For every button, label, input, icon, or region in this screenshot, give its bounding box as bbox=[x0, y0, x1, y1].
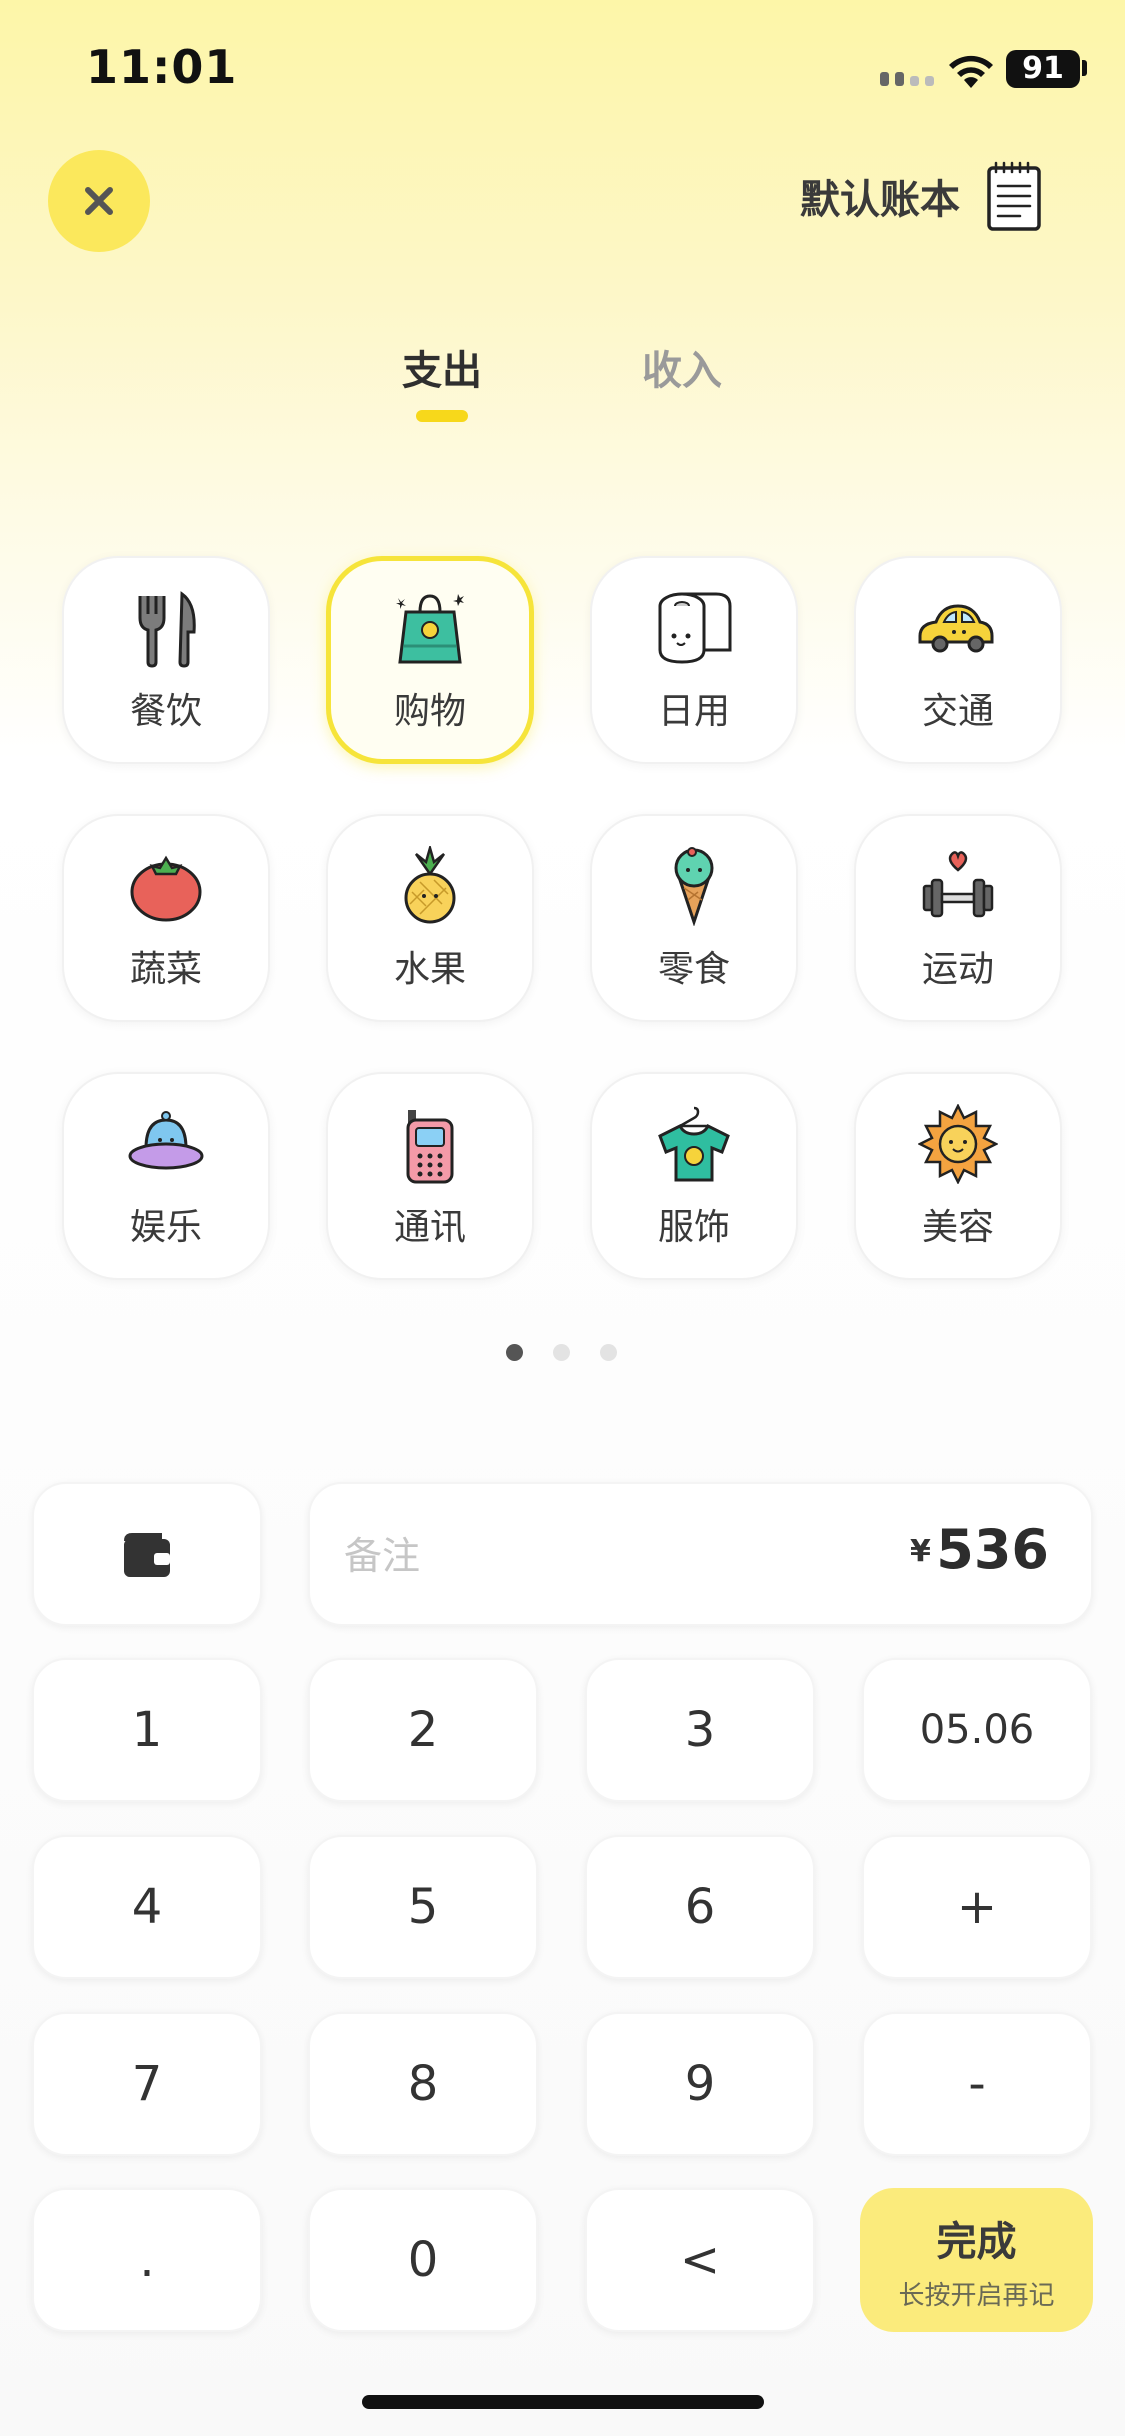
car-icon bbox=[918, 604, 994, 653]
done-hint: 长按开启再记 bbox=[898, 2280, 1055, 2311]
page-indicator bbox=[506, 1344, 617, 1361]
key-6[interactable]: 6 bbox=[585, 1835, 815, 1979]
pineapple-icon bbox=[404, 846, 456, 924]
note-amount-field: ¥ 536 bbox=[308, 1482, 1093, 1626]
category-label: 服饰 bbox=[657, 1207, 730, 1248]
category-entertainment[interactable]: 娱乐 bbox=[62, 1072, 270, 1280]
status-bar: 11:01 91 bbox=[0, 0, 1125, 140]
category-fruit[interactable]: 水果 bbox=[326, 814, 534, 1022]
category-transport[interactable]: 交通 bbox=[854, 556, 1062, 764]
amount-display: 536 bbox=[936, 1518, 1049, 1581]
key-3[interactable]: 3 bbox=[585, 1658, 815, 1802]
tomato-icon bbox=[130, 855, 202, 922]
key-8[interactable]: 8 bbox=[308, 2012, 538, 2156]
cellular-signal-icon bbox=[880, 72, 934, 86]
key-minus[interactable]: - bbox=[862, 2012, 1092, 2156]
battery-icon: 91 bbox=[1006, 50, 1080, 88]
category-label: 购物 bbox=[393, 691, 466, 732]
page-dot-3[interactable] bbox=[600, 1344, 617, 1361]
category-label: 通讯 bbox=[393, 1207, 466, 1248]
category-beauty[interactable]: 美容 bbox=[854, 1072, 1062, 1280]
category-label: 水果 bbox=[393, 949, 466, 990]
account-button[interactable] bbox=[32, 1482, 262, 1626]
category-label: 美容 bbox=[921, 1207, 994, 1248]
key-2[interactable]: 2 bbox=[308, 1658, 538, 1802]
ledger-selector[interactable]: 默认账本 bbox=[800, 160, 1042, 232]
dumbbell-icon bbox=[922, 851, 994, 918]
home-indicator bbox=[362, 2395, 764, 2409]
key-plus[interactable]: + bbox=[862, 1835, 1092, 1979]
category-daily[interactable]: 日用 bbox=[590, 556, 798, 764]
tab-expense[interactable]: 支出 bbox=[362, 338, 522, 396]
tab-income[interactable]: 收入 bbox=[602, 338, 762, 396]
category-label: 餐饮 bbox=[129, 691, 202, 732]
note-input[interactable] bbox=[344, 1528, 764, 1584]
category-communication[interactable]: 通讯 bbox=[326, 1072, 534, 1280]
key-decimal[interactable]: . bbox=[32, 2188, 262, 2332]
type-tabs: 支出 收入 bbox=[0, 338, 1125, 428]
toilet-paper-icon bbox=[658, 592, 732, 664]
key-5[interactable]: 5 bbox=[308, 1835, 538, 1979]
wallet-icon bbox=[124, 1533, 170, 1577]
page-dot-1[interactable] bbox=[506, 1344, 523, 1361]
category-vegetables[interactable]: 蔬菜 bbox=[62, 814, 270, 1022]
done-button[interactable]: 完成 长按开启再记 bbox=[860, 2188, 1093, 2332]
close-button[interactable] bbox=[48, 150, 150, 252]
category-label: 运动 bbox=[921, 949, 994, 990]
ice-cream-icon bbox=[674, 847, 714, 926]
sun-icon bbox=[918, 1104, 998, 1184]
category-sports[interactable]: 运动 bbox=[854, 814, 1062, 1022]
category-label: 交通 bbox=[921, 691, 994, 732]
category-dining[interactable]: 餐饮 bbox=[62, 556, 270, 764]
wifi-icon bbox=[949, 55, 993, 88]
currency-symbol: ¥ bbox=[910, 1534, 931, 1569]
t-shirt-icon bbox=[658, 1106, 730, 1182]
active-tab-indicator bbox=[416, 410, 468, 422]
category-clothing[interactable]: 服饰 bbox=[590, 1072, 798, 1280]
status-time: 11:01 bbox=[86, 40, 238, 94]
backspace-key[interactable]: < bbox=[585, 2188, 815, 2332]
notebook-icon bbox=[987, 161, 1041, 231]
ledger-name: 默认账本 bbox=[800, 177, 960, 223]
category-label: 蔬菜 bbox=[129, 949, 202, 990]
page-dot-2[interactable] bbox=[553, 1344, 570, 1361]
category-label: 日用 bbox=[657, 691, 730, 732]
phone-icon bbox=[406, 1110, 454, 1184]
category-shopping[interactable]: 购物 bbox=[326, 556, 534, 764]
key-9[interactable]: 9 bbox=[585, 2012, 815, 2156]
category-label: 娱乐 bbox=[129, 1207, 202, 1248]
done-label: 完成 bbox=[936, 2218, 1017, 2265]
shopping-bag-icon bbox=[396, 594, 464, 664]
key-1[interactable]: 1 bbox=[32, 1658, 262, 1802]
fork-knife-icon bbox=[138, 591, 196, 668]
category-snacks[interactable]: 零食 bbox=[590, 814, 798, 1022]
close-icon bbox=[85, 187, 113, 215]
key-4[interactable]: 4 bbox=[32, 1835, 262, 1979]
category-grid: 餐饮 购物 日用 交通 蔬菜 水果 零食 运动 娱乐 通讯 服饰 美容 bbox=[62, 556, 1066, 1280]
category-label: 零食 bbox=[657, 949, 730, 990]
key-7[interactable]: 7 bbox=[32, 2012, 262, 2156]
date-button[interactable]: 05.06 bbox=[862, 1658, 1092, 1802]
ufo-icon bbox=[128, 1111, 204, 1170]
key-0[interactable]: 0 bbox=[308, 2188, 538, 2332]
